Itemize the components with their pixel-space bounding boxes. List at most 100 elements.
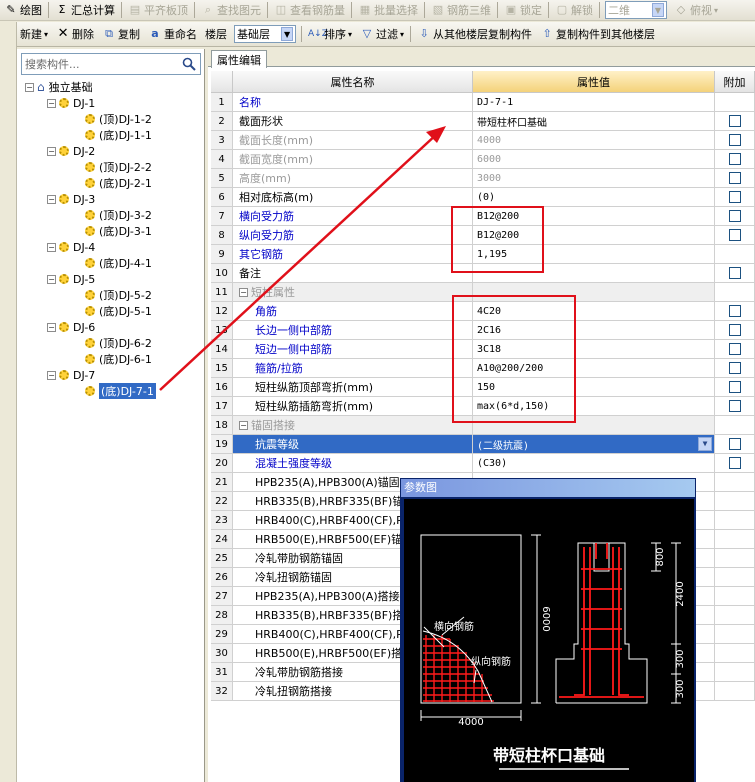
- chevron-down-icon[interactable]: ▼: [698, 437, 712, 451]
- dim-800: 800: [655, 547, 666, 566]
- extra-checkbox[interactable]: [728, 134, 741, 146]
- extra-checkbox[interactable]: [728, 362, 741, 374]
- tree-group[interactable]: − DJ-5: [47, 271, 95, 287]
- sort-button[interactable]: A↓Z 排序 ▾: [304, 25, 356, 44]
- extra-cell: [715, 169, 755, 188]
- toolbar-btn-3[interactable]: ⌕ 查找图元: [197, 1, 265, 20]
- header-extra: 附加: [715, 71, 755, 93]
- extra-checkbox[interactable]: [728, 153, 741, 165]
- collapse-icon[interactable]: −: [47, 370, 56, 380]
- row-number: 19: [211, 435, 233, 454]
- extra-checkbox[interactable]: [728, 343, 741, 355]
- extra-checkbox[interactable]: [728, 172, 741, 184]
- search-button[interactable]: [178, 54, 200, 74]
- search-input[interactable]: [22, 57, 178, 71]
- extra-checkbox[interactable]: [728, 324, 741, 336]
- view-angle-button[interactable]: ◇ 俯视 ▾: [670, 1, 722, 20]
- toolbar-btn-4[interactable]: ◫ 查看钢筋量: [270, 1, 349, 20]
- property-value[interactable]: 3000: [473, 169, 715, 188]
- tree-root[interactable]: − ⌂ 独立基础: [25, 79, 93, 95]
- extra-checkbox[interactable]: [728, 438, 741, 450]
- dim-2400: 2400: [675, 581, 686, 606]
- component-icon: [85, 226, 95, 236]
- copy-to-floor-button[interactable]: ⇧ 复制构件到其他楼层: [536, 25, 659, 44]
- tree-item-selected[interactable]: (底)DJ-7-1: [85, 383, 156, 399]
- rename-button[interactable]: a 重命名: [144, 25, 201, 44]
- collapse-icon[interactable]: −: [239, 287, 248, 297]
- extra-checkbox[interactable]: [728, 400, 741, 412]
- filter-button[interactable]: ▽ 过滤 ▾: [356, 25, 408, 44]
- delete-button[interactable]: ✕ 删除: [52, 25, 98, 44]
- property-name: 相对底标高(m): [233, 188, 473, 207]
- collapse-icon[interactable]: −: [47, 242, 56, 252]
- collapse-icon[interactable]: −: [47, 274, 56, 284]
- property-value[interactable]: 带短柱杯口基础: [473, 112, 715, 131]
- extra-checkbox[interactable]: [728, 267, 741, 279]
- property-name: 角筋: [233, 302, 473, 321]
- tree-item[interactable]: (底)DJ-2-1: [85, 175, 152, 191]
- table-row[interactable]: 2 截面形状 带短柱杯口基础: [211, 112, 755, 131]
- tree-item[interactable]: (底)DJ-3-1: [85, 223, 152, 239]
- tree-item[interactable]: (底)DJ-5-1: [85, 303, 152, 319]
- view-mode-select[interactable]: 二维 ▼: [605, 1, 667, 19]
- toolbar-btn-7[interactable]: ▣ 锁定: [500, 1, 546, 20]
- extra-cell: [715, 454, 755, 473]
- row-number: 28: [211, 606, 233, 625]
- tree-group[interactable]: − DJ-7: [47, 367, 95, 383]
- toolbar-btn-8[interactable]: ▢ 解锁: [551, 1, 597, 20]
- copy-from-floor-button[interactable]: ⇩ 从其他楼层复制构件: [413, 25, 536, 44]
- copy-button[interactable]: ⧉ 复制: [98, 25, 144, 44]
- extra-checkbox[interactable]: [728, 115, 741, 127]
- tree-group[interactable]: − DJ-3: [47, 191, 95, 207]
- toolbar-btn-1[interactable]: Σ 汇总计算: [51, 1, 119, 20]
- table-row[interactable]: 6 相对底标高(m) (0): [211, 188, 755, 207]
- extra-checkbox[interactable]: [728, 381, 741, 393]
- collapse-icon[interactable]: −: [47, 194, 56, 204]
- param-diagram-window[interactable]: 参数图 横向钢筋 纵向钢筋 4000 6000 800 2400 300 300…: [400, 478, 696, 782]
- table-row[interactable]: 19 抗震等级 (二级抗震) ▼: [211, 435, 755, 454]
- table-row[interactable]: 1 名称 DJ-7-1: [211, 93, 755, 112]
- property-value[interactable]: (0): [473, 188, 715, 207]
- collapse-icon[interactable]: −: [239, 420, 248, 430]
- tree-item[interactable]: (顶)DJ-6-2: [85, 335, 152, 351]
- table-row[interactable]: 4 截面宽度(mm) 6000: [211, 150, 755, 169]
- tree-item[interactable]: (顶)DJ-2-2: [85, 159, 152, 175]
- tree-group[interactable]: − DJ-6: [47, 319, 95, 335]
- row-number: 2: [211, 112, 233, 131]
- property-value[interactable]: 4000: [473, 131, 715, 150]
- toolbar-btn-6[interactable]: ▧ 钢筋三维: [427, 1, 495, 20]
- tab-property-edit[interactable]: 属性编辑: [211, 50, 267, 68]
- tree-item[interactable]: (顶)DJ-5-2: [85, 287, 152, 303]
- property-value[interactable]: (C30): [473, 454, 715, 473]
- tree-item[interactable]: (顶)DJ-1-2: [85, 111, 152, 127]
- floor-select[interactable]: 基础层 ▼: [234, 25, 297, 43]
- toolbar-btn-0[interactable]: ✎ 绘图: [0, 1, 46, 20]
- property-value[interactable]: 6000: [473, 150, 715, 169]
- property-value[interactable]: (二级抗震) ▼: [473, 435, 715, 454]
- toolbar-btn-5[interactable]: ▦ 批量选择: [354, 1, 422, 20]
- component-icon: [85, 338, 95, 348]
- tree-group[interactable]: − DJ-2: [47, 143, 95, 159]
- collapse-icon[interactable]: −: [25, 82, 34, 92]
- extra-checkbox[interactable]: [728, 457, 741, 469]
- extra-checkbox[interactable]: [728, 210, 741, 222]
- property-value[interactable]: DJ-7-1: [473, 93, 715, 112]
- extra-checkbox[interactable]: [728, 305, 741, 317]
- table-row[interactable]: 20 混凝土强度等级 (C30): [211, 454, 755, 473]
- collapse-icon[interactable]: −: [47, 98, 56, 108]
- collapse-icon[interactable]: −: [47, 322, 56, 332]
- tree-group[interactable]: − DJ-1: [47, 95, 95, 111]
- table-row[interactable]: 3 截面长度(mm) 4000: [211, 131, 755, 150]
- collapse-icon[interactable]: −: [47, 146, 56, 156]
- row-number: 5: [211, 169, 233, 188]
- tree-item[interactable]: (底)DJ-4-1: [85, 255, 152, 271]
- tree-item[interactable]: (底)DJ-6-1: [85, 351, 152, 367]
- extra-checkbox[interactable]: [728, 229, 741, 241]
- search-icon: ⌕: [204, 3, 212, 16]
- tree-item[interactable]: (顶)DJ-3-2: [85, 207, 152, 223]
- tree-group[interactable]: − DJ-4: [47, 239, 95, 255]
- extra-checkbox[interactable]: [728, 191, 741, 203]
- toolbar-btn-2[interactable]: ▤ 平齐板顶: [124, 1, 192, 20]
- tree-item[interactable]: (底)DJ-1-1: [85, 127, 152, 143]
- table-row[interactable]: 5 高度(mm) 3000: [211, 169, 755, 188]
